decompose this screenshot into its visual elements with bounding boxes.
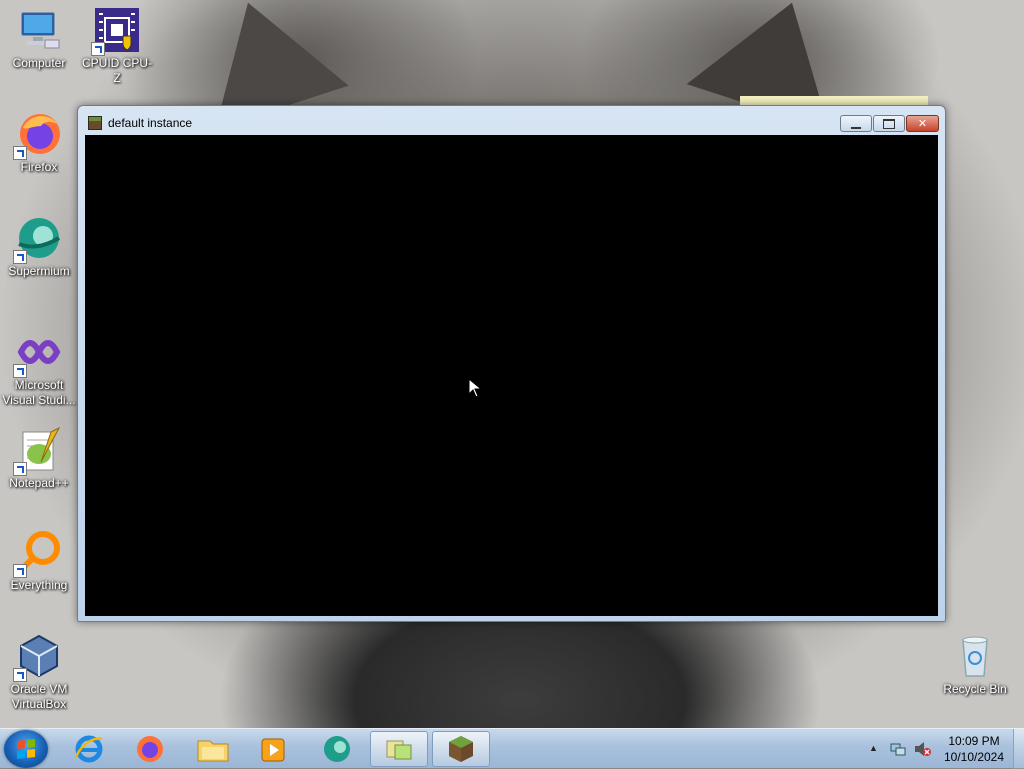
minimize-icon: [851, 124, 861, 129]
taskbar-supermium[interactable]: [308, 731, 366, 767]
shortcut-arrow-icon: [91, 42, 105, 56]
desktop-icon-label: CPUID CPU-Z: [81, 56, 152, 85]
maximize-icon: [883, 118, 895, 129]
desktop-icon-cpuz[interactable]: CPUID CPU-Z: [79, 6, 155, 86]
taskbar: ▲ 10:09 PM 10/10/2024: [0, 728, 1024, 769]
desktop-icon-supermium[interactable]: Supermium: [1, 214, 77, 279]
shortcut-arrow-icon: [13, 564, 27, 578]
taskbar-file-explorer[interactable]: [184, 731, 242, 767]
show-desktop-button[interactable]: [1013, 729, 1024, 769]
close-icon: ✕: [917, 118, 928, 130]
internet-explorer-icon: [74, 735, 103, 763]
clock-time: 10:09 PM: [948, 734, 1000, 748]
start-button[interactable]: [4, 730, 48, 768]
clock-date: 10/10/2024: [943, 750, 1005, 764]
desktop-icon-label: Microsoft Visual Studi...: [2, 378, 76, 407]
desktop-icon-firefox[interactable]: Firefox: [1, 110, 77, 175]
desktop-icon-notepadpp[interactable]: Notepad++: [1, 426, 77, 491]
start-orb-icon: [17, 739, 35, 759]
desktop-icon-label: Oracle VM VirtualBox: [10, 682, 68, 711]
desktop-icon-visual-studio[interactable]: Microsoft Visual Studi...: [1, 328, 77, 408]
network-icon[interactable]: [890, 741, 906, 757]
volume-muted-icon[interactable]: [913, 741, 931, 757]
maximize-button[interactable]: [873, 115, 905, 132]
close-button[interactable]: ✕: [906, 115, 939, 132]
taskbar-sticky-notes[interactable]: [370, 731, 428, 767]
firefox-icon: [137, 736, 163, 762]
shortcut-arrow-icon: [13, 364, 27, 378]
desktop-icon-label: Firefox: [20, 160, 58, 174]
file-explorer-icon: [197, 740, 229, 762]
shortcut-arrow-icon: [13, 250, 27, 264]
taskbar-minecraft[interactable]: [432, 731, 490, 767]
supermium-icon: [13, 214, 63, 264]
mouse-pointer-icon: [468, 378, 482, 398]
taskbar-clock[interactable]: 10:09 PM 10/10/2024: [937, 733, 1011, 765]
visual-studio-icon: [13, 328, 63, 378]
desktop-icon-label: Supermium: [8, 264, 70, 278]
virtualbox-icon: [13, 632, 63, 682]
everything-search-icon: [13, 528, 63, 578]
shortcut-arrow-icon: [13, 668, 27, 682]
window-content-area[interactable]: [85, 135, 938, 616]
minimize-button[interactable]: [840, 115, 872, 132]
shortcut-arrow-icon: [13, 146, 27, 160]
minecraft-icon: [449, 736, 473, 762]
media-player-icon: [261, 738, 285, 762]
recycle-bin-icon: [951, 632, 999, 680]
firefox-icon: [13, 110, 63, 160]
taskbar-media-player[interactable]: [244, 731, 302, 767]
sticky-notes-icon: [386, 740, 412, 760]
computer-icon: [15, 6, 63, 54]
desktop-icon-label: Computer: [12, 56, 66, 70]
supermium-icon: [324, 736, 350, 762]
app-window[interactable]: default instance ✕: [77, 105, 946, 622]
taskbar-internet-explorer[interactable]: [60, 731, 118, 767]
show-hidden-icons-arrow-icon[interactable]: ▲: [869, 743, 878, 753]
cpuz-icon: [91, 6, 141, 56]
desktop-icon-label: Recycle Bin: [943, 682, 1007, 696]
desktop-icon-label: Everything: [10, 578, 68, 592]
minecraft-grass-block-icon: [88, 116, 102, 130]
taskbar-firefox[interactable]: [121, 731, 179, 767]
notepadpp-icon: [13, 426, 63, 476]
desktop-icon-label: Notepad++: [9, 476, 69, 490]
window-title: default instance: [108, 116, 193, 130]
desktop-icon-virtualbox[interactable]: Oracle VM VirtualBox: [1, 632, 77, 712]
desktop-icon-computer[interactable]: Computer: [1, 6, 77, 71]
desktop-icon-recycle-bin[interactable]: Recycle Bin: [937, 632, 1013, 697]
desktop-icon-everything[interactable]: Everything: [1, 528, 77, 593]
shortcut-arrow-icon: [13, 462, 27, 476]
window-titlebar[interactable]: default instance ✕: [78, 106, 945, 136]
